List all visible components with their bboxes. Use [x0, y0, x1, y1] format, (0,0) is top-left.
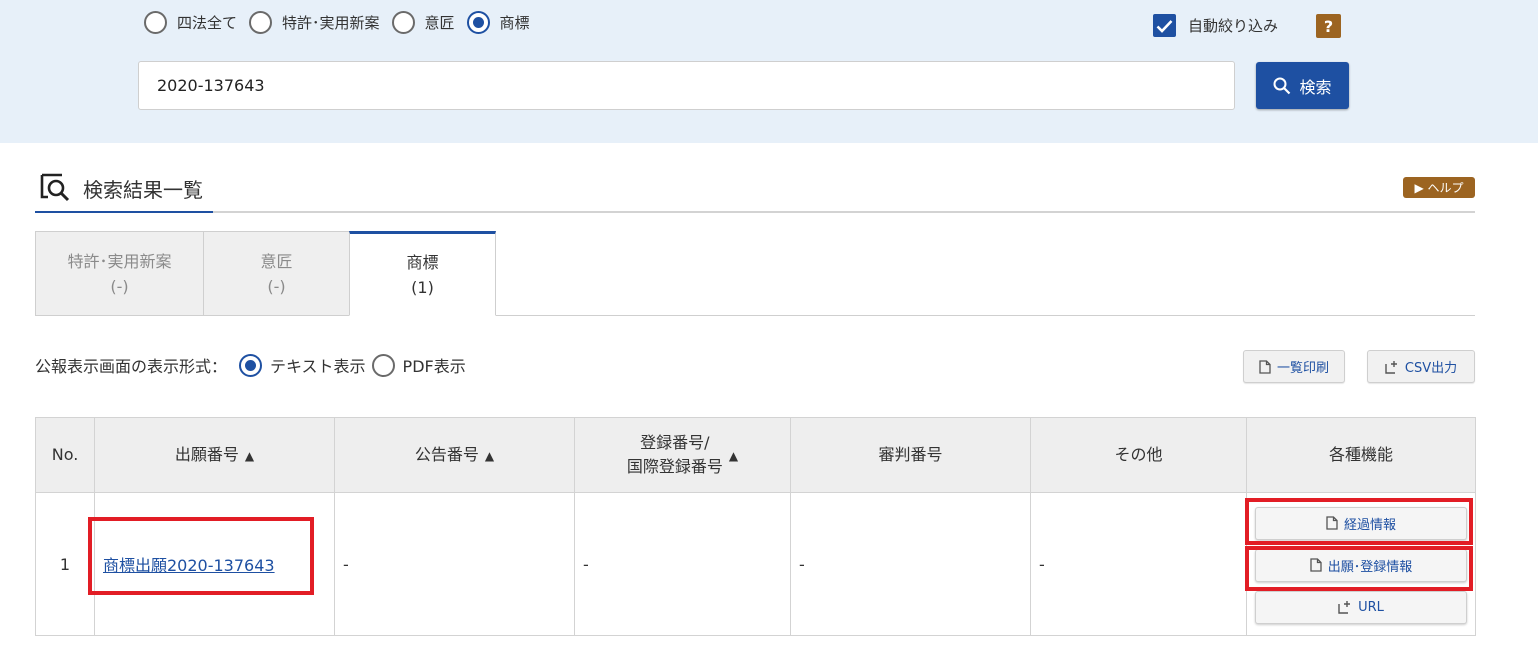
radio-label: 商標 [499, 13, 530, 32]
results-header: 検索結果一覧 [35, 166, 1475, 213]
radio-text-display[interactable] [239, 353, 263, 377]
radio-circle-selected[interactable] [466, 10, 490, 34]
display-format-row: 公報表示画面の表示形式： テキスト表示 PDF表示 [35, 353, 466, 377]
tab-count: (-) [267, 276, 286, 296]
document-icon [1310, 558, 1322, 572]
trial-number-cell: - [790, 492, 1031, 636]
help-button[interactable]: ▶ ヘルプ [1403, 177, 1475, 198]
button-label: URL [1358, 599, 1384, 615]
tab-label: 意匠 [260, 251, 293, 271]
search-button-label: 検索 [1299, 77, 1332, 97]
column-header-registration-number[interactable]: 登録番号/ 国際登録番号 ▲ [574, 417, 791, 493]
radio-label: テキスト表示 [270, 357, 366, 376]
radio-circle[interactable] [249, 10, 273, 34]
tab-count: (1) [411, 277, 434, 297]
button-label: 出願･登録情報 [1327, 559, 1413, 575]
radio-label: 意匠 [424, 13, 455, 32]
functions-cell: 経過情報 出願･登録情報 URL [1246, 492, 1476, 636]
search-panel: 四法全て 特許･実用新案 意匠 商標 自動絞り込み ? 検索 [0, 0, 1538, 143]
radio-circle[interactable] [391, 10, 415, 34]
progress-info-button[interactable]: 経過情報 [1255, 506, 1467, 540]
radio-patent-utility[interactable]: 特許･実用新案 [249, 10, 380, 34]
results-table: No. 出願番号 ▲ 公告番号 ▲ 登録番号/ 国際登録番号 ▲ 審判番号 その他 … [35, 417, 1476, 636]
registration-number-cell: - [574, 492, 791, 636]
tab-label: 特許･実用新案 [67, 251, 172, 271]
tab-trademark[interactable]: 商標 (1) [349, 231, 496, 316]
magnifier-list-icon [40, 173, 70, 202]
law-type-radio-group: 四法全て 特許･実用新案 意匠 商標 [144, 8, 542, 36]
radio-label: PDF表示 [402, 357, 466, 376]
radio-trademark[interactable]: 商標 [466, 10, 530, 34]
column-header-functions: 各種機能 [1246, 417, 1476, 493]
help-icon[interactable]: ? [1316, 14, 1341, 38]
tab-patent-utility[interactable]: 特許･実用新案 (-) [35, 231, 204, 316]
column-header-publication-number[interactable]: 公告番号 ▲ [334, 417, 575, 493]
publication-number-cell: - [334, 492, 575, 636]
print-list-button[interactable]: 一覧印刷 [1243, 350, 1345, 383]
title-underline [35, 211, 213, 213]
application-number-cell: 商標出願2020-137643 [94, 492, 335, 636]
column-header-other: その他 [1030, 417, 1247, 493]
button-label: 経過情報 [1343, 517, 1396, 533]
other-cell: - [1030, 492, 1247, 636]
radio-pdf-display[interactable] [371, 353, 395, 377]
auto-filter-checkbox[interactable]: 自動絞り込み [1153, 14, 1278, 37]
sort-arrow-icon[interactable]: ▲ [245, 449, 254, 463]
application-registration-info-button[interactable]: 出願･登録情報 [1255, 548, 1467, 582]
table-header-row: No. 出願番号 ▲ 公告番号 ▲ 登録番号/ 国際登録番号 ▲ 審判番号 その他 … [35, 417, 1476, 493]
search-button[interactable]: 検索 [1256, 62, 1349, 109]
row-number: 1 [35, 492, 95, 636]
export-icon [1385, 360, 1397, 374]
check-icon[interactable] [1153, 14, 1176, 37]
search-input[interactable] [138, 61, 1235, 110]
search-icon [1273, 77, 1291, 94]
url-button[interactable]: URL [1255, 590, 1467, 624]
print-list-label: 一覧印刷 [1276, 361, 1329, 376]
radio-design[interactable]: 意匠 [391, 10, 455, 34]
sort-arrow-icon[interactable]: ▲ [485, 449, 494, 463]
application-number-link[interactable]: 商標出願2020-137643 [103, 556, 275, 575]
page-title: 検索結果一覧 [83, 178, 203, 202]
export-icon [1338, 601, 1351, 614]
document-icon [1326, 516, 1338, 530]
tab-design[interactable]: 意匠 (-) [203, 231, 350, 316]
radio-all-laws[interactable]: 四法全て [144, 10, 238, 34]
tab-count: (-) [110, 276, 129, 296]
auto-filter-label: 自動絞り込み [1188, 17, 1279, 35]
csv-export-label: CSV出力 [1404, 361, 1458, 376]
column-header-no: No. [35, 417, 95, 493]
display-format-label: 公報表示画面の表示形式： [35, 357, 228, 376]
radio-label: 四法全て [177, 13, 238, 32]
csv-export-button[interactable]: CSV出力 [1367, 350, 1475, 383]
sort-arrow-icon[interactable]: ▲ [729, 449, 738, 463]
tab-label: 商標 [406, 252, 439, 272]
radio-circle[interactable] [144, 10, 167, 34]
table-row: 1 商標出願2020-137643 - - - - 経過情報 出願･登録情報 U… [35, 492, 1476, 636]
column-header-trial-number: 審判番号 [790, 417, 1031, 493]
document-icon [1259, 359, 1271, 374]
radio-label: 特許･実用新案 [282, 13, 380, 32]
column-header-application-number[interactable]: 出願番号 ▲ [94, 417, 335, 493]
